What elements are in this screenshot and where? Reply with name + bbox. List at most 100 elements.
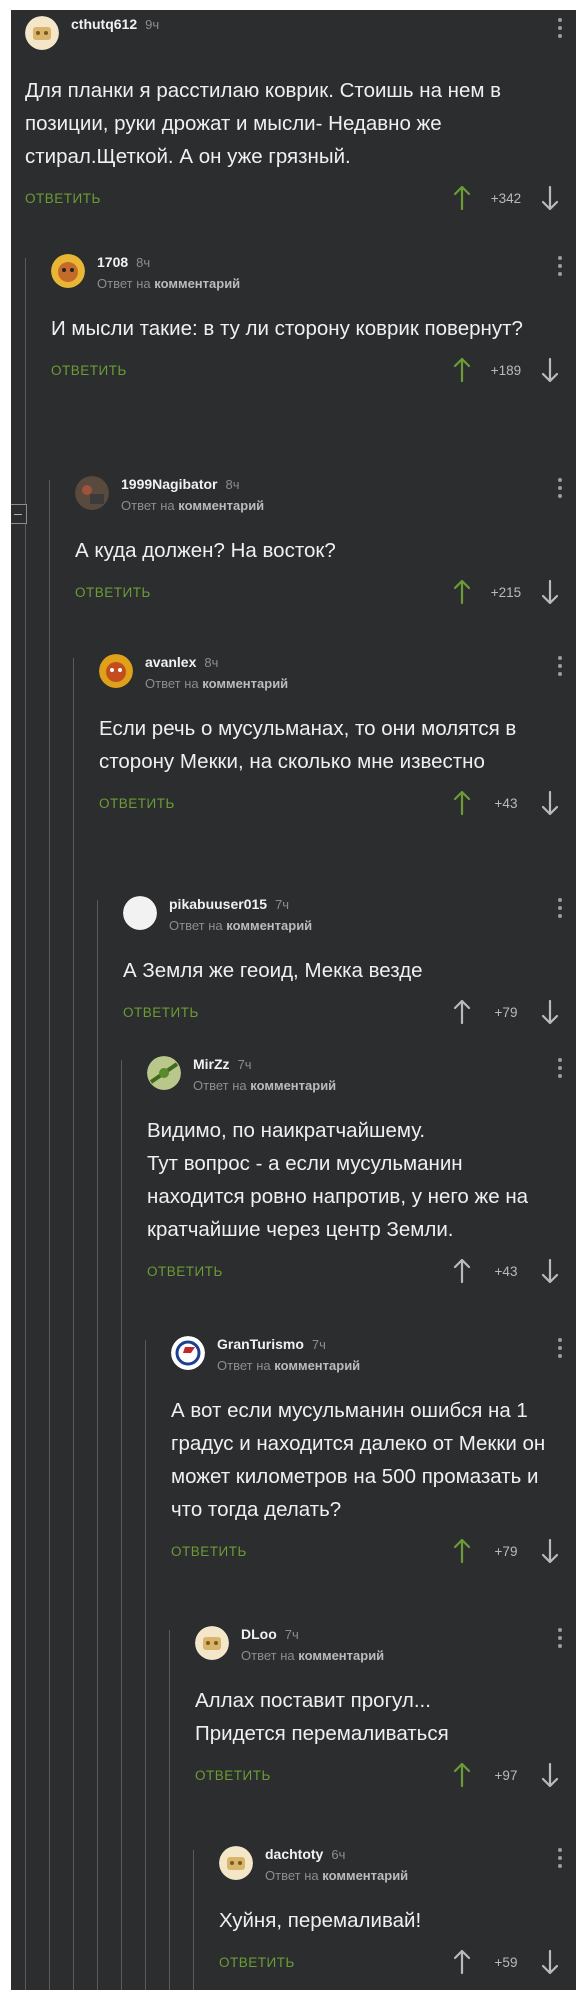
arrow-up-icon[interactable] [452,1538,472,1564]
author-name[interactable]: 1999Nagibator 8ч [121,476,240,492]
author-nickname[interactable]: avanlex [145,654,196,670]
thread-line[interactable] [97,900,98,1990]
arrow-up-icon[interactable] [452,357,472,383]
arrow-up-icon[interactable] [452,579,472,605]
thread-line[interactable] [145,1340,146,1990]
more-vertical-icon[interactable] [558,256,562,280]
reply-button[interactable]: ОТВЕТИТЬ [195,1768,271,1783]
reply-to-link[interactable]: Ответ на комментарий [145,676,288,691]
arrow-up-icon[interactable] [452,1762,472,1788]
comment-rating: +342 [490,191,522,206]
author-name[interactable]: dachtoty 6ч [265,1846,345,1862]
comment-header: avanlex 8ч Ответ на комментарий [99,648,576,698]
thread-line[interactable] [49,480,50,1990]
author-nickname[interactable]: GranTurismo [217,1336,304,1352]
comment: avanlex 8ч Ответ на комментарий Если речь о… [73,648,576,1990]
arrow-down-icon[interactable] [540,999,560,1025]
author-nickname[interactable]: dachtoty [265,1846,323,1862]
arrow-down-icon[interactable] [540,790,560,816]
arrow-down-icon[interactable] [540,1258,560,1284]
reply-to-link[interactable]: Ответ на комментарий [265,1868,408,1883]
avatar[interactable] [195,1626,229,1660]
reply-button[interactable]: ОТВЕТИТЬ [219,1955,295,1970]
arrow-up-icon[interactable] [452,790,472,816]
more-vertical-icon[interactable] [558,1058,562,1082]
reply-to-target[interactable]: комментарий [298,1648,384,1663]
arrow-up-icon[interactable] [452,185,472,211]
avatar[interactable] [123,896,157,930]
reply-button[interactable]: ОТВЕТИТЬ [51,363,127,378]
reply-button[interactable]: ОТВЕТИТЬ [75,585,151,600]
reply-to-link[interactable]: Ответ на комментарий [169,918,312,933]
reply-to-target[interactable]: комментарий [154,276,240,291]
reply-to-link[interactable]: Ответ на комментарий [241,1648,384,1663]
comment-footer: ОТВЕТИТЬ +342 [25,179,576,219]
reply-to-target[interactable]: комментарий [226,918,312,933]
thread-line[interactable] [169,1630,170,1990]
more-vertical-icon[interactable] [558,656,562,680]
reply-button[interactable]: ОТВЕТИТЬ [171,1544,247,1559]
author-nickname[interactable]: DLoo [241,1626,277,1642]
reply-to-link[interactable]: Ответ на комментарий [97,276,240,291]
comment-text: А куда должен? На восток? [75,539,336,562]
author-name[interactable]: pikabuuser015 7ч [169,896,289,912]
comment-header: cthutq612 9ч [25,10,576,60]
reply-to-target[interactable]: комментарий [274,1358,360,1373]
arrow-up-icon[interactable] [452,999,472,1025]
author-nickname[interactable]: cthutq612 [71,16,137,32]
reply-to-link[interactable]: Ответ на комментарий [193,1078,336,1093]
comment: 1708 8ч Ответ на комментарий И мысли такие:… [25,248,576,1990]
reply-to-link[interactable]: Ответ на комментарий [121,498,264,513]
reply-button[interactable]: ОТВЕТИТЬ [123,1005,199,1020]
author-name[interactable]: avanlex 8ч [145,654,218,670]
avatar[interactable] [75,476,109,510]
arrow-down-icon[interactable] [540,185,560,211]
reply-to-link[interactable]: Ответ на комментарий [217,1358,360,1373]
more-vertical-icon[interactable] [558,478,562,502]
arrow-down-icon[interactable] [540,579,560,605]
more-vertical-icon[interactable] [558,18,562,42]
reply-to-target[interactable]: комментарий [322,1868,408,1883]
reply-to-label: Ответ на [121,498,175,513]
author-name[interactable]: GranTurismo 7ч [217,1336,326,1352]
avatar[interactable] [51,254,85,288]
thread-line[interactable] [73,658,74,1990]
arrow-down-icon[interactable] [540,357,560,383]
avatar[interactable] [25,16,59,50]
author-nickname[interactable]: 1708 [97,254,128,270]
arrow-down-icon[interactable] [540,1538,560,1564]
comment-text: Аллах поставит прогул... Придется перема… [195,1689,449,1745]
author-name[interactable]: 1708 8ч [97,254,150,270]
arrow-up-icon[interactable] [452,1258,472,1284]
thread-line[interactable] [121,1060,122,1990]
author-nickname[interactable]: pikabuuser015 [169,896,267,912]
reply-to-label: Ответ на [265,1868,319,1883]
author-name[interactable]: MirZz 7ч [193,1056,252,1072]
comment-header: GranTurismo 7ч Ответ на комментарий [171,1330,576,1380]
thread-line[interactable] [193,1850,194,1990]
collapse-thread-icon[interactable] [11,504,27,524]
avatar[interactable] [219,1846,253,1880]
comment-text: А Земля же геоид, Мекка везде [123,959,423,982]
author-name[interactable]: DLoo 7ч [241,1626,299,1642]
arrow-up-icon[interactable] [452,1949,472,1975]
author-name[interactable]: cthutq612 9ч [71,16,159,32]
comment-rating: +59 [494,1955,518,1970]
reply-button[interactable]: ОТВЕТИТЬ [25,191,101,206]
reply-button[interactable]: ОТВЕТИТЬ [147,1264,223,1279]
more-vertical-icon[interactable] [558,898,562,922]
arrow-down-icon[interactable] [540,1762,560,1788]
author-nickname[interactable]: 1999Nagibator [121,476,217,492]
more-vertical-icon[interactable] [558,1848,562,1872]
reply-to-target[interactable]: комментарий [202,676,288,691]
arrow-down-icon[interactable] [540,1949,560,1975]
author-nickname[interactable]: MirZz [193,1056,230,1072]
reply-button[interactable]: ОТВЕТИТЬ [99,796,175,811]
more-vertical-icon[interactable] [558,1338,562,1362]
avatar[interactable] [171,1336,205,1370]
reply-to-target[interactable]: комментарий [250,1078,336,1093]
avatar[interactable] [147,1056,181,1090]
avatar[interactable] [99,654,133,688]
reply-to-target[interactable]: комментарий [178,498,264,513]
more-vertical-icon[interactable] [558,1628,562,1652]
